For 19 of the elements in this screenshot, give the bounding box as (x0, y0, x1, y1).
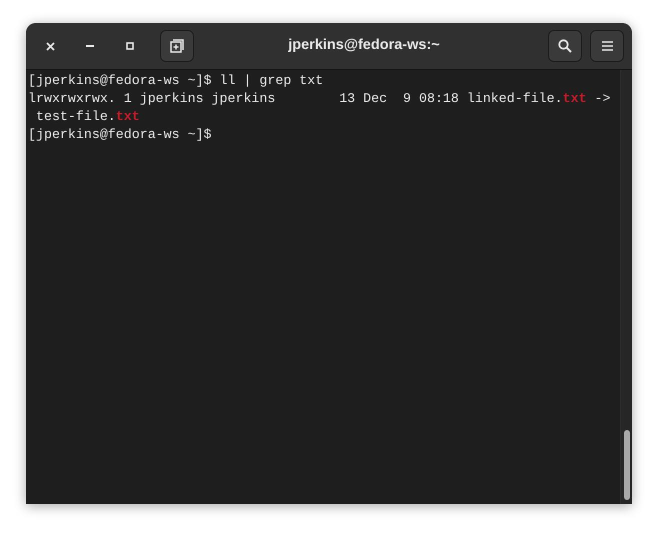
terminal-text: -> (594, 91, 611, 106)
terminal-text: [jperkins@fedora-ws ~]$ (28, 127, 212, 142)
match-highlight: txt (562, 91, 587, 106)
menu-icon (602, 41, 612, 51)
terminal-text: [jperkins@fedora-ws ~]$ ll | grep txt (28, 73, 324, 88)
terminal-text: lrwxrwxrwx. 1 jperkins jperkins 13 Dec 9 08:18 linked-file. (28, 91, 563, 106)
window-title: jperkins@fedora-ws:~ (288, 36, 440, 56)
terminal-text: test-file. (34, 109, 116, 124)
maximize-icon (126, 42, 134, 50)
scrollbar-thumb[interactable] (624, 430, 630, 500)
search-button[interactable] (548, 30, 582, 62)
search-icon (558, 39, 572, 53)
new-tab-button[interactable] (160, 30, 194, 62)
match-highlight: txt (116, 109, 140, 124)
minimize-icon (86, 45, 94, 47)
new-tab-icon (170, 39, 184, 53)
close-icon (46, 42, 54, 50)
menu-button[interactable] (590, 30, 624, 62)
scrollbar[interactable] (620, 70, 632, 504)
